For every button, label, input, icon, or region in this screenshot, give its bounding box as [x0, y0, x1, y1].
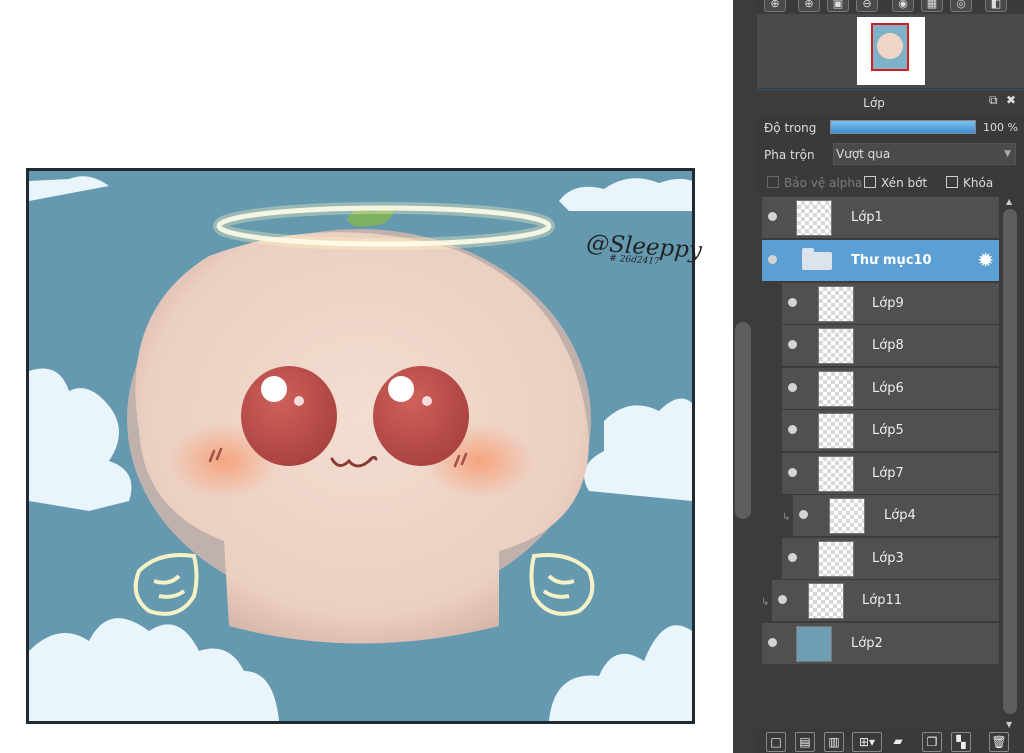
protect-alpha-box — [767, 176, 779, 188]
blend-mode-value: Vượt qua — [836, 147, 891, 161]
opacity-slider-fill — [831, 121, 975, 133]
layer-thumbnail — [808, 583, 844, 619]
visibility-eye-icon[interactable] — [768, 255, 777, 264]
layer-thumbnail — [818, 371, 854, 407]
navigator-view-frame[interactable] — [871, 23, 909, 71]
scroll-up-icon[interactable]: ▲ — [1006, 197, 1012, 206]
visibility-eye-icon[interactable] — [788, 340, 797, 349]
layer-bottom-toolbar: □ ▤ ▥ ⊞▾ ▰ ❐ ▚ 🗑 — [757, 730, 1024, 753]
layer-thumbnail — [829, 498, 865, 534]
layer-name: Lớp3 — [872, 551, 904, 566]
lock-box — [946, 176, 958, 188]
visibility-eye-icon[interactable] — [788, 298, 797, 307]
layer-name: Lớp5 — [872, 423, 904, 438]
visibility-eye-icon[interactable] — [778, 595, 787, 604]
layer-panel-title: Lớp — [863, 96, 885, 110]
layer-thumbnail — [818, 456, 854, 492]
undock-icon[interactable]: ⧉ — [989, 93, 998, 108]
close-icon[interactable]: ✖ — [1006, 93, 1016, 107]
canvas-vertical-scrollbar[interactable] — [733, 0, 757, 753]
clipping-checkbox[interactable]: Xén bớt — [864, 176, 927, 190]
layer-name: Lớp7 — [872, 466, 904, 481]
blend-mode-select[interactable]: Vượt qua ▼ — [833, 143, 1016, 165]
visibility-eye-icon[interactable] — [788, 468, 797, 477]
gear-icon[interactable]: ✹ — [977, 248, 994, 272]
right-panel: ⊕ ⊕ ▣ ⊖ ◉ ▦ ◎ ◧ Lớp ⧉ ✖ Độ trong 100 % P… — [757, 0, 1024, 753]
layer-row[interactable]: Lớp2 — [762, 623, 999, 665]
navigator-preview[interactable] — [757, 14, 1024, 88]
layer-thumbnail — [818, 286, 854, 322]
folder-name: Thư mục10 — [851, 253, 932, 268]
layer-row[interactable]: Lớp1 — [762, 197, 999, 239]
layer-row[interactable]: Lớp4 — [793, 495, 999, 537]
add-layer-dropdown-icon[interactable]: ⊞▾ — [852, 732, 882, 752]
navigator-thumbnail[interactable] — [857, 17, 925, 85]
protect-alpha-label: Bảo vệ alpha — [784, 176, 863, 190]
layer-name: Lớp1 — [851, 210, 883, 225]
clip-arrow-icon: ↳ — [782, 512, 791, 523]
actual-size-icon[interactable]: ▣ — [827, 0, 849, 12]
layer-thumbnail — [818, 541, 854, 577]
duplicate-layer-icon[interactable]: ❐ — [922, 732, 942, 752]
blend-mode-label: Pha trộn — [764, 148, 815, 162]
navigator-preview-figure — [877, 33, 903, 59]
canvas-scroll-thumb[interactable] — [735, 322, 751, 519]
visibility-eye-icon[interactable] — [788, 383, 797, 392]
layer-panel-header: Lớp ⧉ ✖ — [757, 89, 1024, 115]
rotate-reset-icon[interactable]: ◎ — [950, 0, 972, 12]
folder-icon — [802, 248, 832, 270]
layers-scroll-thumb[interactable] — [1003, 209, 1017, 714]
rotate-icon[interactable]: ◉ — [892, 0, 914, 12]
layer-row[interactable]: Lớp8 — [782, 325, 999, 367]
layers-list[interactable]: Lớp1 Thư mục10 ✹ Lớp9 Lớp8 Lớp6 Lớp5 Lớp… — [757, 197, 999, 729]
visibility-eye-icon[interactable] — [788, 553, 797, 562]
protect-alpha-checkbox[interactable]: Bảo vệ alpha — [767, 176, 862, 190]
layer-row[interactable]: Lớp7 — [782, 453, 999, 495]
layer-row[interactable]: Lớp9 — [782, 283, 999, 325]
layer-name: Lớp6 — [872, 381, 904, 396]
clipping-box — [864, 176, 876, 188]
layer-thumbnail — [818, 413, 854, 449]
layer-thumbnail — [796, 626, 832, 662]
layer-folder-row[interactable]: Thư mục10 ✹ — [762, 240, 999, 282]
visibility-eye-icon[interactable] — [799, 510, 808, 519]
zoom-out-icon[interactable]: ⊖ — [856, 0, 878, 12]
layer-name: Lớp2 — [851, 636, 883, 651]
layer-name: Lớp9 — [872, 296, 904, 311]
layer-row[interactable]: Lớp6 — [782, 368, 999, 410]
delete-layer-icon[interactable]: 🗑 — [989, 732, 1009, 752]
opacity-value: 100 % — [983, 121, 1018, 134]
new-1bit-layer-icon[interactable]: ▥ — [824, 732, 844, 752]
layer-name: Lớp4 — [884, 508, 916, 523]
fit-icon[interactable]: ▦ — [921, 0, 943, 12]
navigator-toolbar: ⊕ ⊕ ▣ ⊖ ◉ ▦ ◎ ◧ — [757, 0, 1024, 14]
clipping-label: Xén bớt — [881, 176, 928, 190]
visibility-eye-icon[interactable] — [768, 638, 777, 647]
layer-row[interactable]: Lớp11 — [772, 580, 999, 622]
opacity-slider[interactable] — [830, 120, 976, 134]
layer-thumbnail — [818, 328, 854, 364]
new-halftone-layer-icon[interactable]: ▤ — [795, 732, 815, 752]
new-layer-icon[interactable]: □ — [766, 732, 786, 752]
clip-arrow-icon: ↳ — [761, 597, 770, 608]
zoom-fit-icon[interactable]: ⊕ — [764, 0, 786, 12]
zoom-in-icon[interactable]: ⊕ — [798, 0, 820, 12]
layer-thumbnail — [796, 200, 832, 236]
chevron-down-icon: ▼ — [1004, 149, 1011, 159]
visibility-eye-icon[interactable] — [768, 212, 777, 221]
canvas-area[interactable]: @Sleeppy # 26d2417 — [0, 0, 733, 753]
opacity-label: Độ trong — [764, 121, 817, 135]
merge-layer-icon[interactable]: ▚ — [951, 732, 971, 752]
layer-name: Lớp11 — [862, 593, 902, 608]
layer-row[interactable]: Lớp3 — [782, 538, 999, 580]
lock-label: Khóa — [963, 176, 994, 190]
layers-scrollbar[interactable]: ▲ ▼ — [1001, 197, 1021, 729]
visibility-eye-icon[interactable] — [788, 425, 797, 434]
flip-icon[interactable]: ◧ — [985, 0, 1007, 12]
new-folder-icon[interactable]: ▰ — [888, 732, 908, 752]
layer-row[interactable]: Lớp5 — [782, 410, 999, 452]
lock-checkbox[interactable]: Khóa — [946, 176, 993, 190]
scroll-down-icon[interactable]: ▼ — [1006, 720, 1012, 729]
layer-name: Lớp8 — [872, 338, 904, 353]
